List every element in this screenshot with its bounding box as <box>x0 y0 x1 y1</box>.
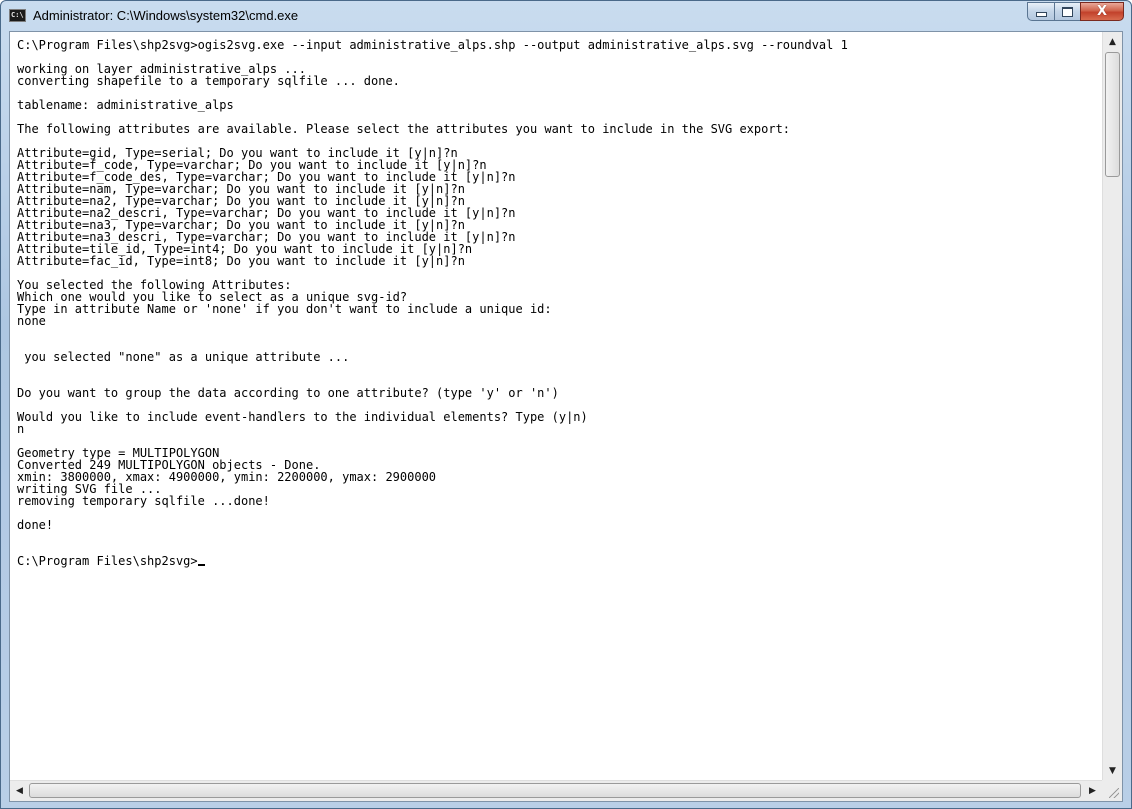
console-line: xmin: 3800000, xmax: 4900000, ymin: 2200… <box>17 470 437 484</box>
console-line: none <box>17 314 46 328</box>
scroll-right-arrow-icon[interactable]: ▶ <box>1084 782 1101 799</box>
console-line: Do you want to group the data according … <box>17 386 559 400</box>
scroll-down-arrow-icon[interactable]: ▼ <box>1104 762 1121 779</box>
console-line: C:\Program Files\shp2svg> <box>17 555 1102 567</box>
console-line: done! <box>17 518 54 532</box>
console-line: C:\Program Files\shp2svg>ogis2svg.exe --… <box>17 38 848 52</box>
scroll-up-arrow-icon[interactable]: ▲ <box>1104 33 1121 50</box>
minimize-button[interactable] <box>1027 2 1054 21</box>
console-line: you selected "none" as a unique attribut… <box>17 350 350 364</box>
console-line: Type in attribute Name or 'none' if you … <box>17 302 552 316</box>
minimize-icon <box>1035 12 1047 17</box>
cmd-icon[interactable]: C:\ <box>9 9 26 22</box>
console-line: Attribute=fac_id, Type=int8; Do you want… <box>17 254 465 268</box>
console-line: tablename: administrative_alps <box>17 98 234 112</box>
console-line: removing temporary sqlfile ...done! <box>17 494 270 508</box>
resize-grip-icon[interactable] <box>1102 780 1122 801</box>
maximize-icon <box>1062 6 1073 17</box>
scroll-left-arrow-icon[interactable]: ◀ <box>11 782 28 799</box>
console-client-area: C:\Program Files\shp2svg>ogis2svg.exe --… <box>9 31 1123 802</box>
console-output[interactable]: C:\Program Files\shp2svg>ogis2svg.exe --… <box>10 32 1102 780</box>
console-line: The following attributes are available. … <box>17 122 791 136</box>
close-button[interactable]: X <box>1080 2 1124 21</box>
vertical-scrollbar[interactable]: ▲ ▼ <box>1102 32 1122 780</box>
console-line: converting shapefile to a temporary sqlf… <box>17 74 400 88</box>
title-bar[interactable]: C:\ Administrator: C:\Windows\system32\c… <box>1 1 1131 31</box>
console-line: Would you like to include event-handlers… <box>17 410 588 424</box>
maximize-button[interactable] <box>1054 2 1080 21</box>
console-line: n <box>17 422 25 436</box>
caption-buttons: X <box>1027 2 1124 21</box>
console-text: C:\Program Files\shp2svg>ogis2svg.exe --… <box>10 32 1102 567</box>
vertical-scroll-thumb[interactable] <box>1105 52 1120 177</box>
cmd-window: C:\ Administrator: C:\Windows\system32\c… <box>0 0 1132 809</box>
close-icon: X <box>1096 4 1108 19</box>
text-cursor <box>197 564 205 566</box>
horizontal-scrollbar[interactable]: ◀ ▶ <box>10 780 1102 801</box>
horizontal-scroll-thumb[interactable] <box>29 783 1081 798</box>
window-title: Administrator: C:\Windows\system32\cmd.e… <box>33 8 299 23</box>
